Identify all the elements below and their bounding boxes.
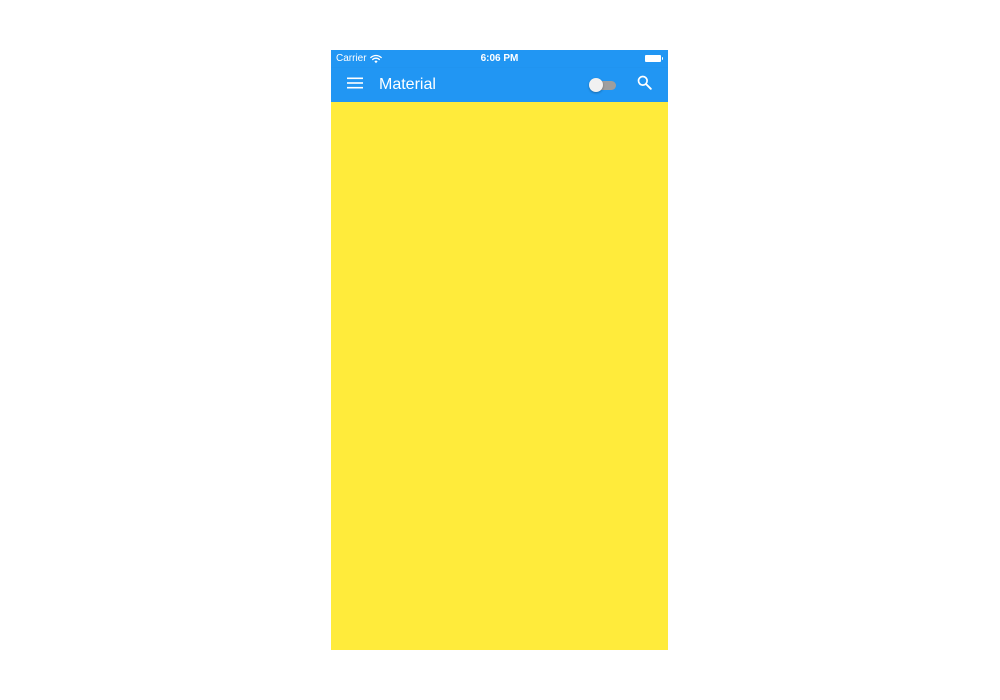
- search-icon: [637, 75, 652, 95]
- toggle-thumb: [589, 78, 603, 92]
- content-area: [331, 102, 668, 650]
- status-bar: Carrier 6:06 PM: [331, 50, 668, 68]
- status-time: 6:06 PM: [480, 53, 519, 64]
- phone-screen: Carrier 6:06 PM Material: [331, 50, 668, 650]
- app-bar: Material: [331, 68, 668, 102]
- theme-toggle[interactable]: [589, 77, 617, 93]
- search-button[interactable]: [634, 75, 654, 95]
- battery-icon: [645, 55, 663, 62]
- menu-icon: [347, 76, 363, 94]
- app-bar-title: Material: [379, 76, 436, 93]
- menu-button[interactable]: [345, 75, 365, 95]
